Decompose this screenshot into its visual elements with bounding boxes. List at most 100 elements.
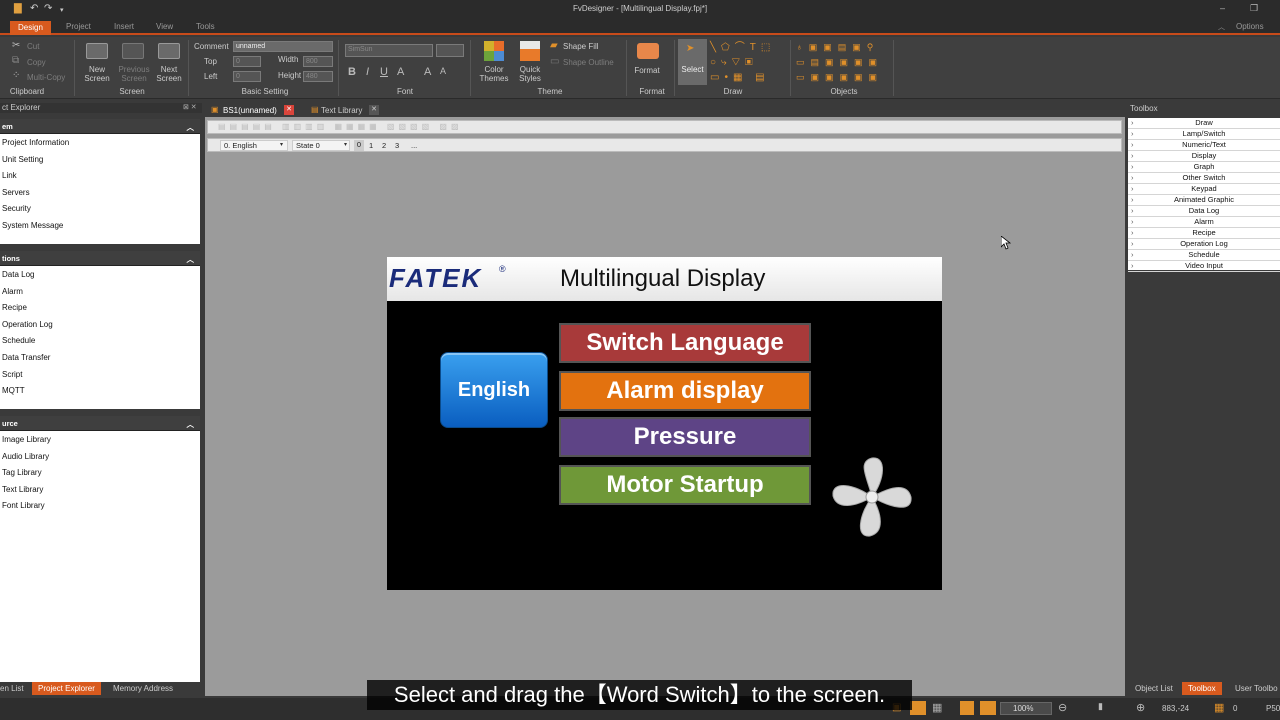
previous-screen-button[interactable]: Previous Screen xyxy=(116,65,152,83)
shape-fill-button[interactable]: Shape Fill xyxy=(563,42,599,51)
font-size-select[interactable] xyxy=(436,44,464,57)
zoom-in-icon[interactable]: ⊕ xyxy=(1136,701,1145,714)
minimize-icon[interactable]: – xyxy=(1220,3,1225,13)
tab-text-library[interactable]: Text Library xyxy=(317,104,366,117)
left-input[interactable]: 0 xyxy=(233,71,261,82)
zoom-fit-icon[interactable] xyxy=(980,701,996,715)
quick-styles-button[interactable]: Quick Styles xyxy=(514,65,546,83)
state-3-button[interactable]: 3 xyxy=(395,141,399,150)
alignment-icons[interactable]: ▤▤▤▤▤ ▥▥▥▥ ▦▦▦▦ ▧▧▧▧ ▨▨ xyxy=(218,122,463,131)
quick-styles-icon[interactable] xyxy=(520,41,540,61)
next-screen-icon[interactable] xyxy=(158,43,180,59)
fit-icon[interactable] xyxy=(960,701,974,715)
alarm-display-button[interactable]: Alarm display xyxy=(559,371,811,411)
audio-library-item[interactable]: Audio Library xyxy=(0,448,200,465)
servers-item[interactable]: Servers xyxy=(0,184,200,201)
toolbox-operation-log[interactable]: Operation Log xyxy=(1128,239,1280,250)
tag-library-item[interactable]: Tag Library xyxy=(0,464,200,481)
italic-icon[interactable]: I xyxy=(366,66,369,78)
tab-object-list[interactable]: Object List xyxy=(1135,684,1173,693)
toolbox-other-switch[interactable]: Other Switch xyxy=(1128,173,1280,184)
next-screen-button[interactable]: Next Screen xyxy=(154,65,184,83)
toolbox-keypad[interactable]: Keypad xyxy=(1128,184,1280,195)
project-information-item[interactable]: Project Information xyxy=(0,134,200,151)
tab-project-explorer[interactable]: Project Explorer xyxy=(32,682,101,695)
width-input[interactable]: 800 xyxy=(303,56,333,67)
collapse-icon[interactable]: ︿ xyxy=(187,254,195,265)
restore-icon[interactable]: ❐ xyxy=(1250,3,1258,14)
select-arrow-icon[interactable]: ➤ xyxy=(686,43,694,54)
data-log-item[interactable]: Data Log xyxy=(0,266,200,283)
pressure-button[interactable]: Pressure xyxy=(559,417,811,457)
state-2-button[interactable]: 2 xyxy=(382,141,386,150)
color-themes-button[interactable]: Color Themes xyxy=(478,65,510,83)
script-item[interactable]: Script xyxy=(0,366,200,383)
font-name-select[interactable]: SimSun xyxy=(345,44,433,57)
tab-view[interactable]: View xyxy=(150,22,179,31)
cut-button[interactable]: Cut xyxy=(27,42,39,51)
security-item[interactable]: Security xyxy=(0,200,200,217)
color-themes-icon[interactable] xyxy=(484,41,504,61)
tab-design[interactable]: Design xyxy=(10,21,51,35)
cut-icon[interactable]: ✂ xyxy=(12,40,20,51)
pin-icon[interactable]: ⊠ ✕ xyxy=(183,103,197,111)
format-button[interactable]: Format xyxy=(632,66,662,75)
grow-font-icon[interactable]: A xyxy=(424,66,431,78)
system-section-header[interactable]: em ︿ xyxy=(0,119,200,134)
language-word-switch[interactable]: English xyxy=(440,352,548,428)
close-tab-icon[interactable]: ✕ xyxy=(284,105,294,115)
previous-screen-icon[interactable] xyxy=(122,43,144,59)
select-tool-button[interactable]: Select xyxy=(680,65,705,74)
schedule-item[interactable]: Schedule xyxy=(0,332,200,349)
alarm-item[interactable]: Alarm xyxy=(0,283,200,300)
collapse-icon[interactable]: ︿ xyxy=(187,122,195,133)
tab-bs1[interactable]: BS1(unnamed) xyxy=(219,104,281,117)
comment-input[interactable]: unnamed xyxy=(233,41,333,52)
toolbox-display[interactable]: Display xyxy=(1128,151,1280,162)
toolbox-lamp-switch[interactable]: Lamp/Switch xyxy=(1128,129,1280,140)
data-transfer-item[interactable]: Data Transfer xyxy=(0,349,200,366)
zoom-out-icon[interactable]: ⊖ xyxy=(1058,701,1067,714)
text-library-item[interactable]: Text Library xyxy=(0,481,200,498)
functions-section-header[interactable]: tions ︿ xyxy=(0,251,200,266)
options-menu[interactable]: Options xyxy=(1230,22,1270,31)
language-select[interactable]: 0. English xyxy=(220,140,288,151)
mqtt-item[interactable]: MQTT xyxy=(0,382,200,399)
tab-insert[interactable]: Insert xyxy=(108,22,140,31)
toolbox-alarm[interactable]: Alarm xyxy=(1128,217,1280,228)
toolbox-animated-graphic[interactable]: Animated Graphic xyxy=(1128,195,1280,206)
more-states-button[interactable]: ... xyxy=(411,141,417,150)
zoom-slider-thumb[interactable]: ▮ xyxy=(1098,701,1103,712)
shape-outline-icon[interactable]: ▭ xyxy=(550,56,559,67)
hmi-screen-canvas[interactable]: FATEK ® Multilingual Display English Swi… xyxy=(387,257,942,590)
fan-icon[interactable] xyxy=(827,452,917,542)
tab-memory-address[interactable]: Memory Address xyxy=(113,684,173,693)
new-screen-button[interactable]: New Screen xyxy=(82,65,112,83)
toolbox-schedule[interactable]: Schedule xyxy=(1128,250,1280,261)
switch-language-button[interactable]: Switch Language xyxy=(559,323,811,363)
collapse-icon[interactable]: ︿ xyxy=(187,419,195,430)
shape-fill-icon[interactable]: ▰ xyxy=(550,40,558,51)
multi-copy-icon[interactable]: ⁘ xyxy=(12,70,20,81)
format-icon[interactable] xyxy=(637,43,659,59)
dropdown-icon[interactable]: ▾ xyxy=(344,141,347,148)
toolbox-graph[interactable]: Graph xyxy=(1128,162,1280,173)
underline-icon[interactable]: U xyxy=(380,66,388,78)
dropdown-icon[interactable]: ▾ xyxy=(280,141,283,148)
unit-setting-item[interactable]: Unit Setting xyxy=(0,151,200,168)
resource-section-header[interactable]: urce ︿ xyxy=(0,416,200,431)
state-0-button[interactable]: 0 xyxy=(354,140,364,151)
link-item[interactable]: Link xyxy=(0,167,200,184)
objects-gallery[interactable]: ♁▣▣▤▣⚲ ▭▤▣▣▣▣ ▭▣▣▣▣▣ xyxy=(796,40,892,84)
top-input[interactable]: 0 xyxy=(233,56,261,67)
font-color-icon[interactable]: A xyxy=(397,66,404,78)
new-screen-icon[interactable] xyxy=(86,43,108,59)
image-library-item[interactable]: Image Library xyxy=(0,431,200,448)
operation-log-item[interactable]: Operation Log xyxy=(0,316,200,333)
height-input[interactable]: 480 xyxy=(303,71,333,82)
state-select[interactable]: State 0 xyxy=(292,140,350,151)
shape-outline-button[interactable]: Shape Outline xyxy=(563,58,614,67)
copy-button[interactable]: Copy xyxy=(27,58,46,67)
system-message-item[interactable]: System Message xyxy=(0,217,200,234)
status-snap-icon[interactable] xyxy=(910,701,926,715)
